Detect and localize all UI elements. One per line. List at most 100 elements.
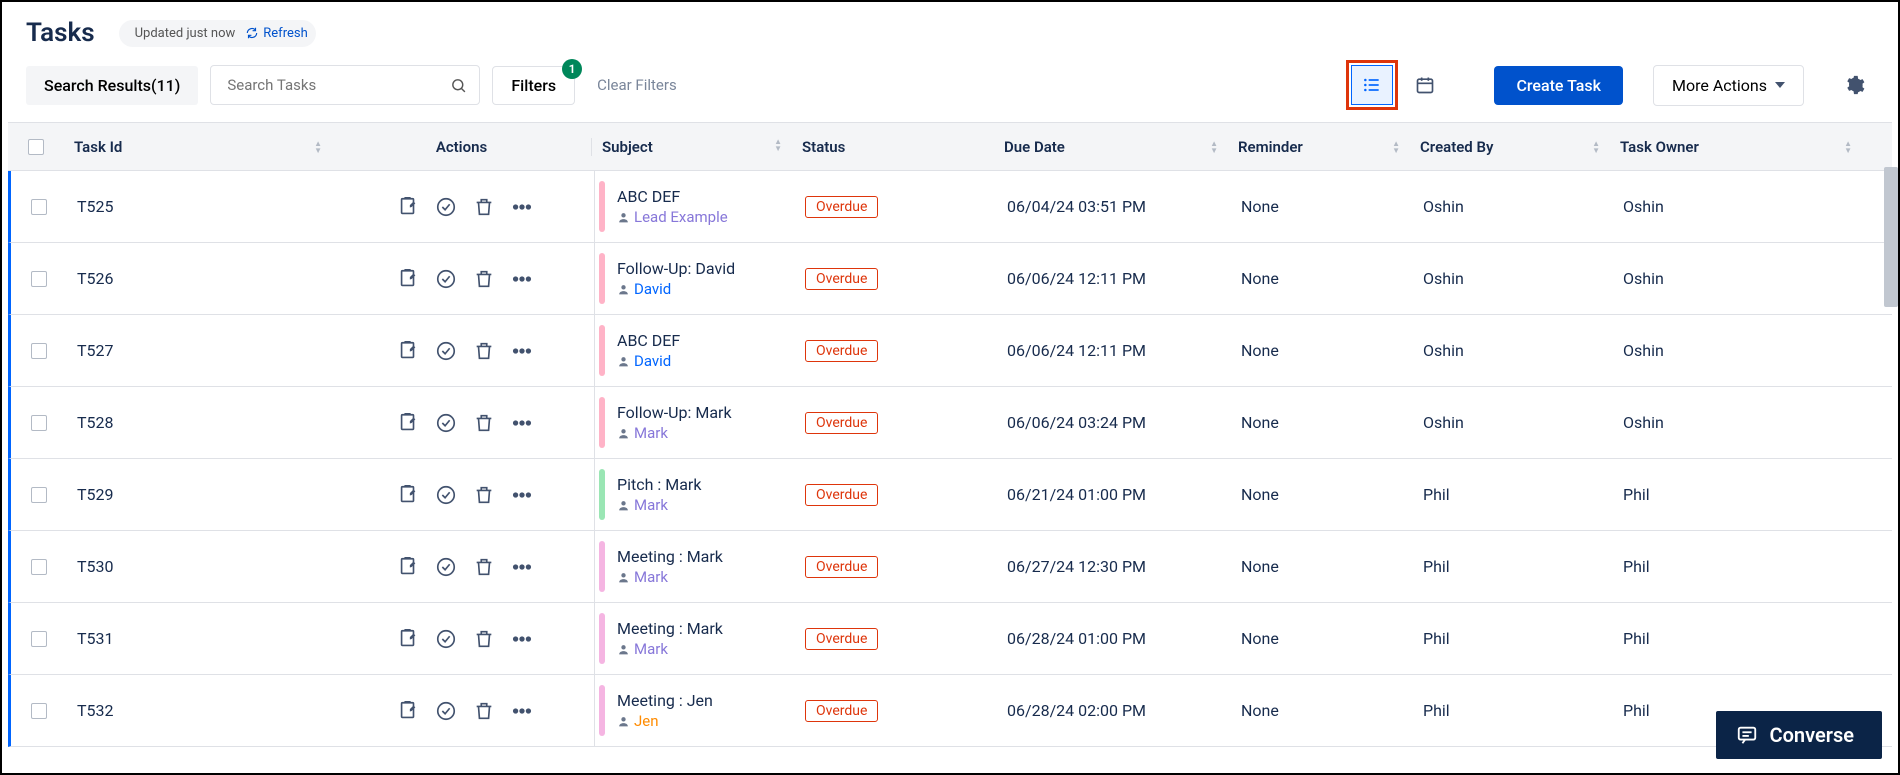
page-title: Tasks bbox=[26, 18, 95, 48]
chat-icon bbox=[1736, 724, 1758, 746]
subject-title: Follow-Up: David bbox=[617, 259, 735, 278]
delete-action[interactable] bbox=[473, 412, 495, 434]
complete-action[interactable] bbox=[435, 340, 457, 362]
row-checkbox[interactable] bbox=[31, 487, 47, 503]
more-action[interactable] bbox=[511, 556, 533, 578]
delete-action[interactable] bbox=[473, 556, 495, 578]
edit-action[interactable] bbox=[397, 340, 419, 362]
create-task-button[interactable]: Create Task bbox=[1494, 66, 1623, 105]
complete-action[interactable] bbox=[435, 556, 457, 578]
search-results-button[interactable]: Search Results(11) bbox=[26, 66, 198, 105]
task-id-cell: T530 bbox=[67, 531, 335, 602]
edit-action[interactable] bbox=[397, 628, 419, 650]
settings-button[interactable] bbox=[1834, 65, 1874, 105]
edit-action[interactable] bbox=[397, 268, 419, 290]
filter-count-badge: 1 bbox=[562, 59, 582, 79]
table-row[interactable]: T532 Meeting : Jen Jen Overdue 06/28/24 … bbox=[8, 675, 1892, 747]
calendar-view-button[interactable] bbox=[1404, 65, 1446, 105]
complete-action[interactable] bbox=[435, 700, 457, 722]
subject-link[interactable]: Jen bbox=[617, 712, 659, 730]
table-row[interactable]: T527 ABC DEF David Overdue 06/06/24 12:1… bbox=[8, 315, 1892, 387]
header-subject[interactable]: Subject▲▼ bbox=[592, 138, 792, 156]
more-action[interactable] bbox=[511, 268, 533, 290]
complete-action[interactable] bbox=[435, 628, 457, 650]
refresh-icon bbox=[245, 26, 259, 40]
header-task-owner[interactable]: Task Owner▲▼ bbox=[1610, 138, 1892, 156]
filters-button[interactable]: Filters 1 bbox=[492, 66, 575, 105]
refresh-button[interactable]: Refresh bbox=[245, 26, 307, 41]
header-created-by[interactable]: Created By▲▼ bbox=[1410, 138, 1610, 156]
table-row[interactable]: T530 Meeting : Mark Mark Overdue 06/27/2… bbox=[8, 531, 1892, 603]
table-row[interactable]: T531 Meeting : Mark Mark Overdue 06/28/2… bbox=[8, 603, 1892, 675]
reminder-cell: None bbox=[1231, 675, 1413, 746]
created-by-cell: Phil bbox=[1413, 531, 1613, 602]
header-status[interactable]: Status bbox=[792, 138, 994, 156]
table-row[interactable]: T525 ABC DEF Lead Example Overdue 06/04/… bbox=[8, 171, 1892, 243]
edit-action[interactable] bbox=[397, 412, 419, 434]
delete-action[interactable] bbox=[473, 196, 495, 218]
row-checkbox[interactable] bbox=[31, 271, 47, 287]
created-by-cell: Phil bbox=[1413, 675, 1613, 746]
person-icon bbox=[617, 715, 630, 728]
select-all-checkbox[interactable] bbox=[28, 139, 44, 155]
row-checkbox[interactable] bbox=[31, 559, 47, 575]
complete-action[interactable] bbox=[435, 268, 457, 290]
subject-link[interactable]: David bbox=[617, 280, 671, 298]
row-checkbox[interactable] bbox=[31, 343, 47, 359]
header-due-date[interactable]: Due Date▲▼ bbox=[994, 138, 1228, 156]
row-checkbox[interactable] bbox=[31, 415, 47, 431]
status-badge: Overdue bbox=[805, 484, 878, 506]
delete-action[interactable] bbox=[473, 340, 495, 362]
task-id-cell: T527 bbox=[67, 315, 335, 386]
subject-link[interactable]: Mark bbox=[617, 640, 668, 658]
more-action[interactable] bbox=[511, 484, 533, 506]
more-action[interactable] bbox=[511, 340, 533, 362]
delete-action[interactable] bbox=[473, 700, 495, 722]
owner-cell: Oshin bbox=[1613, 315, 1892, 386]
search-box[interactable] bbox=[210, 65, 480, 105]
subject-title: Meeting : Mark bbox=[617, 547, 723, 566]
owner-cell: Oshin bbox=[1613, 171, 1892, 242]
more-action[interactable] bbox=[511, 700, 533, 722]
table-row[interactable]: T526 Follow-Up: David David Overdue 06/0… bbox=[8, 243, 1892, 315]
complete-action[interactable] bbox=[435, 412, 457, 434]
subject-link[interactable]: Mark bbox=[617, 496, 668, 514]
edit-action[interactable] bbox=[397, 484, 419, 506]
subject-link[interactable]: David bbox=[617, 352, 671, 370]
delete-action[interactable] bbox=[473, 628, 495, 650]
priority-bar bbox=[599, 325, 605, 376]
delete-action[interactable] bbox=[473, 484, 495, 506]
due-date-cell: 06/27/24 12:30 PM bbox=[997, 531, 1231, 602]
row-checkbox[interactable] bbox=[31, 703, 47, 719]
more-actions-button[interactable]: More Actions bbox=[1653, 65, 1804, 106]
subject-title: Meeting : Mark bbox=[617, 619, 723, 638]
list-view-button[interactable] bbox=[1351, 65, 1393, 105]
subject-link[interactable]: Lead Example bbox=[617, 208, 728, 226]
row-checkbox[interactable] bbox=[31, 199, 47, 215]
edit-action[interactable] bbox=[397, 700, 419, 722]
more-action[interactable] bbox=[511, 628, 533, 650]
subject-link[interactable]: Mark bbox=[617, 424, 668, 442]
more-action[interactable] bbox=[511, 196, 533, 218]
task-id-cell: T526 bbox=[67, 243, 335, 314]
edit-action[interactable] bbox=[397, 556, 419, 578]
edit-action[interactable] bbox=[397, 196, 419, 218]
clear-filters-button[interactable]: Clear Filters bbox=[591, 75, 683, 95]
header-reminder[interactable]: Reminder▲▼ bbox=[1228, 138, 1410, 156]
delete-action[interactable] bbox=[473, 268, 495, 290]
update-status-pill: Updated just now Refresh bbox=[119, 20, 316, 47]
complete-action[interactable] bbox=[435, 196, 457, 218]
search-input[interactable] bbox=[225, 75, 450, 95]
scrollbar[interactable] bbox=[1884, 167, 1898, 307]
table-row[interactable]: T529 Pitch : Mark Mark Overdue 06/21/24 … bbox=[8, 459, 1892, 531]
header-task-id[interactable]: Task Id▲▼ bbox=[64, 138, 332, 156]
priority-bar bbox=[599, 253, 605, 304]
table-row[interactable]: T528 Follow-Up: Mark Mark Overdue 06/06/… bbox=[8, 387, 1892, 459]
complete-action[interactable] bbox=[435, 484, 457, 506]
more-action[interactable] bbox=[511, 412, 533, 434]
converse-button[interactable]: Converse bbox=[1716, 711, 1882, 759]
created-by-cell: Oshin bbox=[1413, 315, 1613, 386]
subject-link[interactable]: Mark bbox=[617, 568, 668, 586]
row-checkbox[interactable] bbox=[31, 631, 47, 647]
due-date-cell: 06/28/24 01:00 PM bbox=[997, 603, 1231, 674]
